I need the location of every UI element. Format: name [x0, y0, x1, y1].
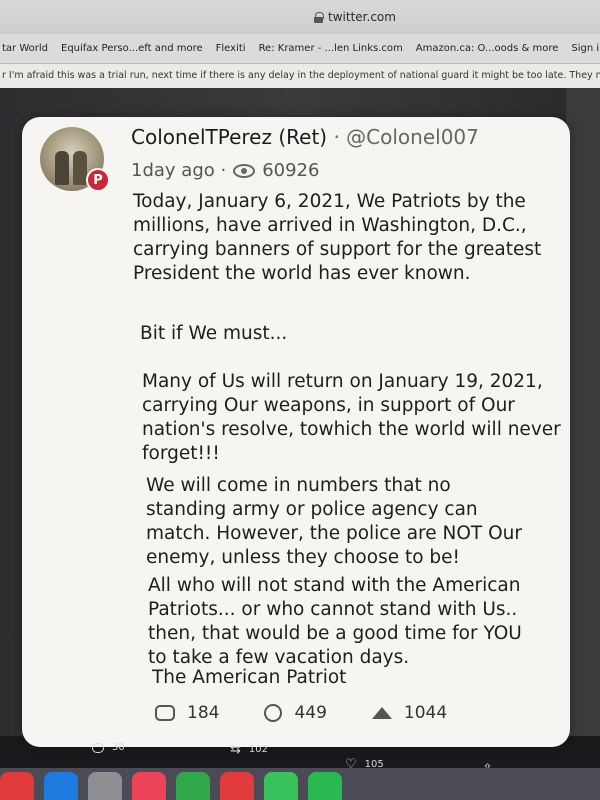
url-bar[interactable]: twitter.com [0, 0, 600, 34]
upvote-button[interactable]: 1044 [371, 703, 448, 723]
avatar-figure [73, 151, 87, 185]
upvote-count: 1044 [403, 703, 448, 723]
dock-app-icon[interactable] [132, 772, 166, 800]
macos-dock [0, 768, 600, 800]
post-paragraph: We will come in numbers that no standing… [146, 475, 522, 568]
lock-icon [314, 11, 325, 23]
upvote-icon [371, 707, 392, 719]
author-handle[interactable]: @Colonel007 [346, 125, 479, 149]
bookmark-item[interactable]: Flexiti [216, 43, 246, 54]
comment-icon [155, 705, 175, 721]
retweet-icon: ⇆ [230, 742, 241, 757]
bookmark-item[interactable]: Amazon.ca: O...oods & more [416, 43, 559, 54]
comment-count: 184 [187, 703, 220, 723]
bookmark-item[interactable]: tar World [2, 43, 48, 54]
dock-app-icon[interactable] [308, 772, 342, 800]
retweet-button[interactable]: ⇆ 102 [230, 742, 268, 757]
dock-app-icon[interactable] [176, 772, 210, 800]
post-paragraph: Today, January 6, 2021, We Patriots by t… [133, 191, 542, 284]
avatar-figure [55, 151, 69, 185]
post-actions: 184 449 1044 [155, 703, 492, 723]
separator-dot: · [333, 125, 340, 149]
url-text[interactable]: twitter.com [328, 10, 396, 24]
dock-app-icon[interactable] [264, 772, 298, 800]
view-count: 60926 [262, 160, 320, 181]
echo-button[interactable]: 449 [264, 703, 327, 723]
retweet-count: 102 [248, 744, 268, 755]
system-preferences-icon[interactable] [88, 772, 122, 800]
post-paragraph: Many of Us will return on January 19, 20… [142, 371, 561, 464]
post-time: 1day ago · [131, 160, 227, 181]
music-app-icon[interactable] [0, 772, 34, 800]
post-signature: The American Patriot [152, 667, 347, 688]
tweet-text-banner: r I'm afraid this was a trial run, next … [0, 64, 600, 88]
app-store-icon[interactable] [44, 772, 78, 800]
reply-button[interactable]: 30 [92, 742, 125, 753]
reply-count: 30 [112, 742, 125, 753]
parler-badge-icon: P [86, 168, 110, 192]
bookmarks-bar: tar World Equifax Perso...eft and more F… [0, 34, 600, 64]
post-paragraph: All who will not stand with the American… [148, 575, 522, 668]
post-meta: 1day ago · 60926 [131, 160, 319, 181]
post-header: ColonelTPerez (Ret) · @Colonel007 [131, 125, 479, 149]
bookmark-item[interactable]: Sign in to Sc...king [571, 43, 600, 54]
reply-icon [92, 742, 104, 753]
eye-icon [233, 163, 256, 178]
comment-button[interactable]: 184 [155, 703, 219, 723]
author-name[interactable]: ColonelTPerez (Ret) [131, 125, 327, 149]
dock-app-icon[interactable] [220, 772, 254, 800]
bookmark-item[interactable]: Re: Kramer - ...len Links.com [259, 43, 403, 54]
right-column [566, 88, 600, 736]
echo-count: 449 [294, 703, 327, 723]
bookmark-item[interactable]: Equifax Perso...eft and more [61, 43, 203, 54]
echo-icon [264, 704, 283, 722]
post-paragraph: Bit if We must... [140, 323, 288, 344]
